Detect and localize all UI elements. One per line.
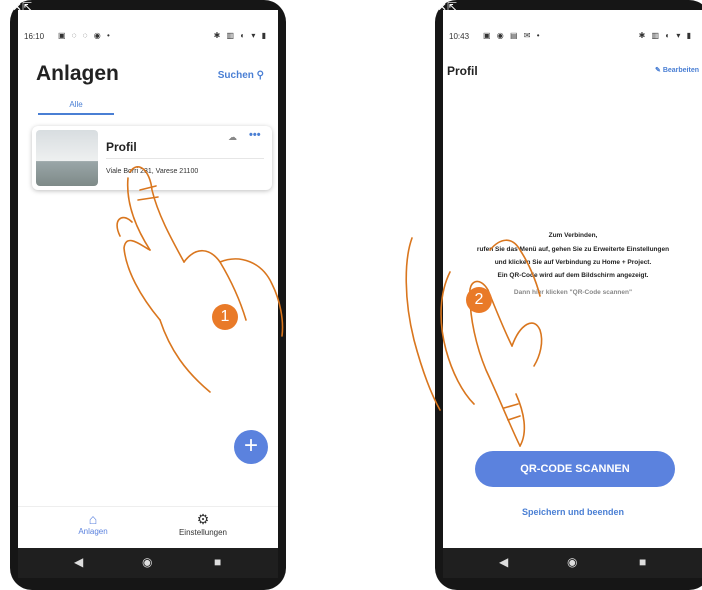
step-badge-1: 1 <box>212 304 238 330</box>
step-badge-2: 2 <box>466 287 492 313</box>
hand-illustrations <box>116 166 543 447</box>
